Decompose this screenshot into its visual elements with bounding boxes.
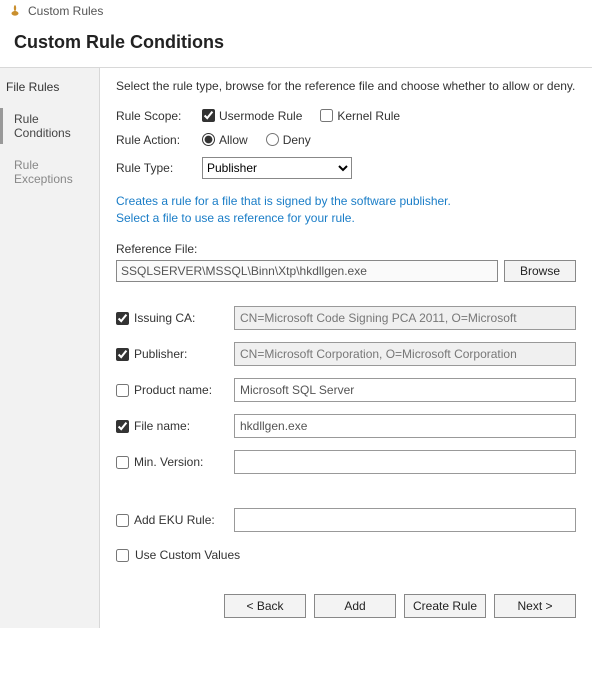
allow-radio[interactable]: Allow (202, 133, 248, 147)
add-eku-label: Add EKU Rule: (134, 513, 234, 527)
issuing-ca-label: Issuing CA: (134, 311, 234, 325)
issuing-ca-checkbox[interactable] (116, 312, 129, 325)
product-name-label: Product name: (134, 383, 234, 397)
rule-action-row: Rule Action: Allow Deny (116, 133, 576, 147)
file-name-label: File name: (134, 419, 234, 433)
allow-radio-label: Allow (219, 133, 248, 147)
product-name-field[interactable] (234, 378, 576, 402)
file-name-field[interactable] (234, 414, 576, 438)
page-title: Custom Rule Conditions (0, 22, 592, 67)
rule-action-label: Rule Action: (116, 133, 194, 147)
rule-scope-row: Rule Scope: Usermode Rule Kernel Rule (116, 109, 576, 123)
rule-type-hint: Creates a rule for a file that is signed… (116, 193, 576, 227)
sidebar-item-rule-conditions[interactable]: Rule Conditions (0, 108, 99, 144)
issuing-ca-field[interactable] (234, 306, 576, 330)
intro-text: Select the rule type, browse for the ref… (116, 78, 576, 95)
titlebar: Custom Rules (0, 0, 592, 22)
use-custom-values-label: Use Custom Values (135, 548, 240, 562)
publisher-label: Publisher: (134, 347, 234, 361)
app-icon (8, 4, 22, 18)
kernel-rule-checkbox[interactable]: Kernel Rule (320, 109, 400, 123)
add-eku-field[interactable] (234, 508, 576, 532)
kernel-rule-input[interactable] (320, 109, 333, 122)
rule-type-label: Rule Type: (116, 161, 194, 175)
deny-radio-input[interactable] (266, 133, 279, 146)
back-button[interactable]: < Back (224, 594, 306, 618)
min-version-field[interactable] (234, 450, 576, 474)
window-title: Custom Rules (28, 4, 103, 18)
min-version-checkbox[interactable] (116, 456, 129, 469)
sidebar-section-file-rules[interactable]: File Rules (0, 74, 99, 98)
kernel-rule-label: Kernel Rule (337, 109, 400, 123)
rule-type-row: Rule Type: Publisher (116, 157, 576, 179)
reference-file-row: Browse (116, 260, 576, 282)
reference-file-input[interactable] (116, 260, 498, 282)
allow-radio-input[interactable] (202, 133, 215, 146)
add-eku-checkbox[interactable] (116, 514, 129, 527)
add-button[interactable]: Add (314, 594, 396, 618)
rule-scope-label: Rule Scope: (116, 109, 194, 123)
usermode-rule-checkbox[interactable]: Usermode Rule (202, 109, 302, 123)
publisher-field[interactable] (234, 342, 576, 366)
deny-radio-label: Deny (283, 133, 311, 147)
min-version-label: Min. Version: (134, 455, 234, 469)
usermode-rule-input[interactable] (202, 109, 215, 122)
next-button[interactable]: Next > (494, 594, 576, 618)
create-rule-button[interactable]: Create Rule (404, 594, 486, 618)
sidebar-item-rule-exceptions[interactable]: Rule Exceptions (0, 154, 99, 190)
sidebar: File Rules Rule Conditions Rule Exceptio… (0, 68, 100, 628)
main-panel: Select the rule type, browse for the ref… (100, 68, 592, 628)
publisher-checkbox[interactable] (116, 348, 129, 361)
rule-fields: Issuing CA: Publisher: Product name: Fil… (116, 306, 576, 562)
use-custom-values-checkbox[interactable] (116, 549, 129, 562)
spacer (116, 486, 576, 496)
reference-file-label: Reference File: (116, 242, 576, 256)
rule-type-select[interactable]: Publisher (202, 157, 352, 179)
usermode-rule-label: Usermode Rule (219, 109, 302, 123)
browse-button[interactable]: Browse (504, 260, 576, 282)
wizard-footer: < Back Add Create Rule Next > (116, 564, 576, 618)
product-name-checkbox[interactable] (116, 384, 129, 397)
file-name-checkbox[interactable] (116, 420, 129, 433)
deny-radio[interactable]: Deny (266, 133, 311, 147)
